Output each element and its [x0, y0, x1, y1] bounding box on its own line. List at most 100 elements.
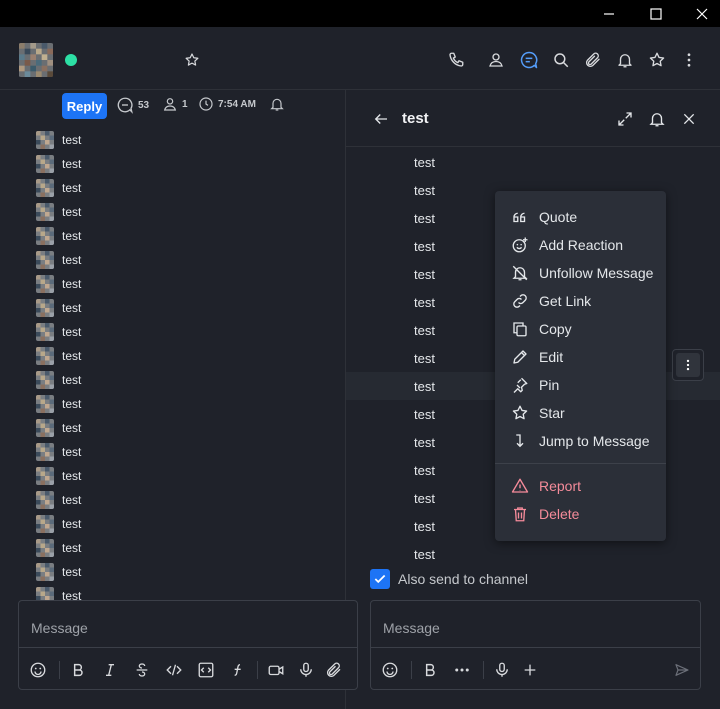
audio-message-button[interactable]: [491, 659, 513, 681]
avatar[interactable]: [36, 131, 54, 149]
avatar[interactable]: [36, 323, 54, 341]
menu-item-unfollow-message[interactable]: Unfollow Message: [495, 259, 666, 287]
avatar[interactable]: [36, 539, 54, 557]
list-item[interactable]: test: [36, 224, 81, 248]
menu-item-jump-to-message[interactable]: Jump to Message: [495, 427, 666, 455]
expand-button[interactable]: [612, 106, 638, 132]
avatar[interactable]: [36, 491, 54, 509]
bold-icon: [73, 663, 83, 677]
thread-notifications-button[interactable]: [644, 106, 670, 132]
avatar[interactable]: [36, 515, 54, 533]
menu-item-pin[interactable]: Pin: [495, 371, 666, 399]
menu-item-add-reaction[interactable]: Add Reaction: [495, 231, 666, 259]
list-item[interactable]: test: [36, 464, 81, 488]
emoji-button[interactable]: [27, 659, 49, 681]
code-block-button[interactable]: [195, 659, 217, 681]
bold-button[interactable]: [67, 659, 89, 681]
close-thread-button[interactable]: [676, 106, 702, 132]
list-item[interactable]: test: [36, 536, 81, 560]
avatar[interactable]: [36, 275, 54, 293]
avatar[interactable]: [36, 179, 54, 197]
reply-button[interactable]: Reply: [62, 93, 107, 119]
close-window-button[interactable]: [679, 0, 720, 27]
list-item[interactable]: test: [36, 176, 81, 200]
message-text: test: [414, 490, 435, 506]
avatar[interactable]: [36, 371, 54, 389]
list-item[interactable]: test: [36, 152, 81, 176]
favorite-room-button[interactable]: [179, 47, 205, 73]
minimize-button[interactable]: [586, 0, 632, 27]
pencil-icon: [511, 348, 529, 366]
bold-button[interactable]: [419, 659, 441, 681]
avatar[interactable]: [36, 443, 54, 461]
more-formatting-button[interactable]: [451, 659, 473, 681]
list-item[interactable]: test: [36, 416, 81, 440]
search-button[interactable]: [548, 47, 574, 73]
menu-item-get-link[interactable]: Get Link: [495, 287, 666, 315]
katex-button[interactable]: [227, 659, 249, 681]
room-message-input[interactable]: Message: [31, 620, 88, 636]
menu-item-copy[interactable]: Copy: [495, 315, 666, 343]
avatar[interactable]: [36, 419, 54, 437]
emoji-button[interactable]: [379, 659, 401, 681]
strike-button[interactable]: [131, 659, 153, 681]
message-actions-button[interactable]: [672, 349, 704, 381]
avatar[interactable]: [36, 467, 54, 485]
more-horizontal-icon: [455, 668, 469, 672]
attach-file-button[interactable]: [323, 659, 345, 681]
thread-follow-button[interactable]: [269, 96, 285, 112]
also-send-checkbox[interactable]: [370, 569, 390, 589]
avatar[interactable]: [36, 563, 54, 581]
avatar[interactable]: [36, 347, 54, 365]
list-item[interactable]: test: [36, 488, 81, 512]
files-button[interactable]: [580, 47, 606, 73]
list-item[interactable]: test: [36, 248, 81, 272]
avatar[interactable]: [36, 251, 54, 269]
list-item[interactable]: test: [36, 344, 81, 368]
send-button[interactable]: [671, 659, 693, 681]
list-item[interactable]: test: [36, 296, 81, 320]
message-text: test: [414, 350, 435, 366]
also-send-to-channel[interactable]: Also send to channel: [370, 569, 528, 589]
back-button[interactable]: [368, 106, 394, 132]
italic-button[interactable]: [99, 659, 121, 681]
list-item[interactable]: test: [36, 128, 81, 152]
message-text: test: [62, 397, 82, 411]
inline-code-button[interactable]: [163, 659, 185, 681]
avatar[interactable]: [36, 227, 54, 245]
audio-message-button[interactable]: [295, 659, 317, 681]
menu-item-quote[interactable]: Quote: [495, 203, 666, 231]
list-item[interactable]: test: [36, 512, 81, 536]
menu-item-report[interactable]: Report: [495, 472, 666, 500]
thread-message[interactable]: test: [346, 540, 720, 568]
call-button[interactable]: [443, 47, 469, 73]
menu-item-star[interactable]: Star: [495, 399, 666, 427]
list-item[interactable]: test: [36, 272, 81, 296]
avatar-pixel-image: [36, 515, 54, 533]
avatar[interactable]: [36, 155, 54, 173]
room-avatar[interactable]: [18, 43, 54, 77]
avatar[interactable]: [36, 203, 54, 221]
list-item[interactable]: test: [36, 392, 81, 416]
room-kebab-button[interactable]: [676, 47, 702, 73]
threads-button[interactable]: [516, 47, 542, 73]
menu-item-label: Unfollow Message: [539, 265, 654, 281]
add-button[interactable]: [519, 659, 541, 681]
thread-message[interactable]: test: [346, 148, 720, 176]
list-item[interactable]: test: [36, 368, 81, 392]
thread-message-input[interactable]: Message: [383, 620, 440, 636]
room-info-button[interactable]: [483, 47, 509, 73]
avatar[interactable]: [36, 299, 54, 317]
avatar[interactable]: [36, 395, 54, 413]
video-message-button[interactable]: [265, 659, 287, 681]
strikethrough-icon: [136, 663, 148, 677]
list-item[interactable]: test: [36, 320, 81, 344]
notifications-button[interactable]: [612, 47, 638, 73]
starred-messages-button[interactable]: [644, 47, 670, 73]
menu-item-edit[interactable]: Edit: [495, 343, 666, 371]
menu-item-delete[interactable]: Delete: [495, 500, 666, 528]
list-item[interactable]: test: [36, 560, 81, 584]
maximize-button[interactable]: [633, 0, 679, 27]
list-item[interactable]: test: [36, 200, 81, 224]
list-item[interactable]: test: [36, 440, 81, 464]
